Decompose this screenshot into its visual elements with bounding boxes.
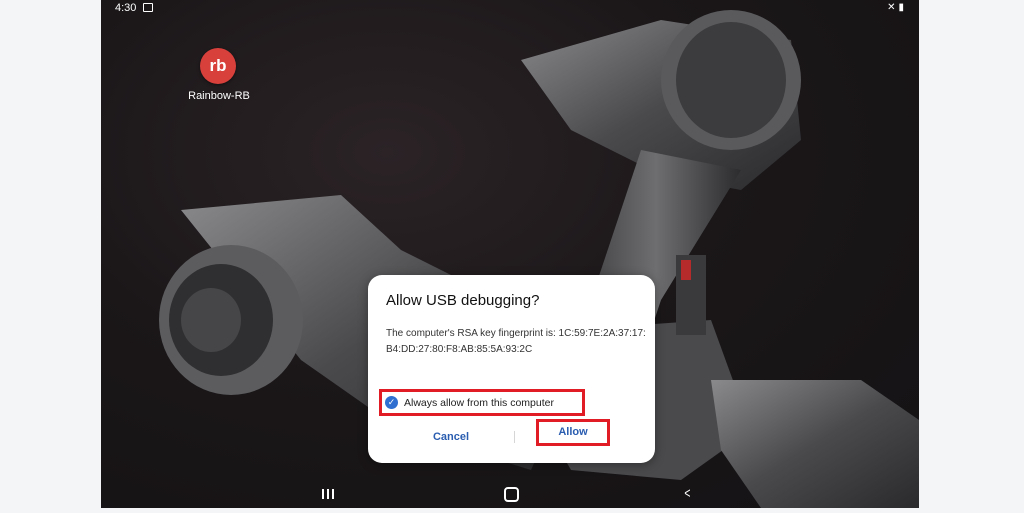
tablet-screen: 4:30 ✕▮ rb Rainbow-RB Allow USB debuggin… bbox=[101, 0, 919, 508]
dialog-message: The computer's RSA key fingerprint is: 1… bbox=[386, 328, 646, 355]
status-time: 4:30 bbox=[115, 2, 137, 14]
rainbow-rb-app-icon[interactable]: rb bbox=[200, 48, 236, 84]
button-divider bbox=[514, 431, 515, 443]
dialog-title: Allow USB debugging? bbox=[386, 292, 540, 309]
allow-button[interactable]: Allow bbox=[536, 419, 610, 446]
battery-icon: ▮ bbox=[898, 2, 907, 13]
check-icon: ✓ bbox=[385, 396, 398, 409]
home-icon[interactable] bbox=[504, 487, 519, 502]
always-allow-checkbox[interactable]: ✓ Always allow from this computer bbox=[379, 389, 585, 416]
cancel-button[interactable]: Cancel bbox=[396, 427, 506, 447]
navigation-bar: < bbox=[101, 480, 919, 508]
usb-debugging-dialog: Allow USB debugging? The computer's RSA … bbox=[368, 275, 655, 463]
image-icon bbox=[143, 3, 153, 12]
back-icon[interactable]: < bbox=[684, 485, 690, 502]
status-right-icons: ✕▮ bbox=[887, 2, 907, 13]
recents-icon[interactable] bbox=[322, 489, 334, 499]
app-label: Rainbow-RB bbox=[188, 90, 250, 102]
checkbox-label: Always allow from this computer bbox=[404, 396, 554, 409]
app-icon-text: rb bbox=[209, 56, 227, 75]
status-bar: 4:30 ✕▮ bbox=[101, 0, 919, 16]
mute-icon: ✕ bbox=[887, 2, 899, 13]
